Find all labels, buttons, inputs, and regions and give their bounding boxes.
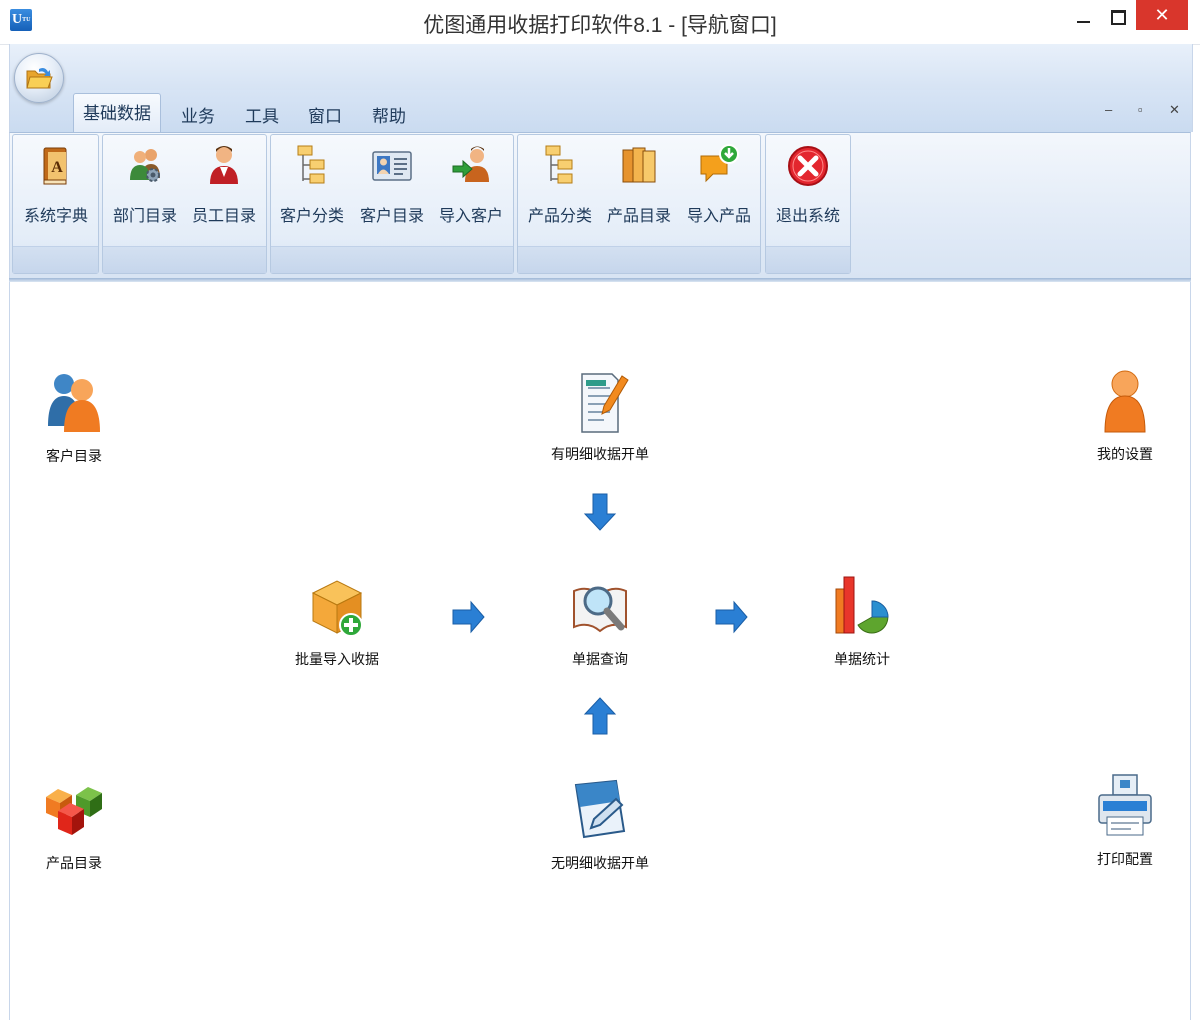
mdi-minimize-button[interactable]: –: [1105, 102, 1112, 117]
window-minimize-button[interactable]: [1070, 2, 1098, 32]
tab-basic-data[interactable]: 基础数据: [73, 93, 161, 132]
mdi-restore-button[interactable]: ▫: [1138, 102, 1143, 117]
import-customer-icon: [452, 146, 489, 182]
department-users-icon: [130, 149, 160, 182]
product-directory-ribbon-button[interactable]: 产品目录: [600, 142, 678, 237]
window-close-button[interactable]: ✕: [1136, 0, 1188, 30]
nav-item-label: 有明细收据开单: [551, 446, 649, 462]
arrow-up-icon: [583, 697, 617, 735]
detailed-receipt-icon: [581, 373, 629, 433]
import-product-icon: [700, 144, 739, 183]
nav-item-label: 单据查询: [572, 651, 628, 667]
ribbon-button-label: 部门目录: [112, 208, 177, 225]
employee-directory-button[interactable]: 员工目录: [185, 142, 263, 237]
nav-item-label: 客户目录: [46, 448, 102, 464]
mdi-close-button[interactable]: ✕: [1169, 102, 1180, 118]
ribbon-button-label: 导入客户: [438, 208, 503, 225]
ribbon-button-label: 客户分类: [279, 208, 344, 225]
window-title: 优图通用收据打印软件8.1 - [导航窗口]: [423, 14, 777, 37]
customer-category-button[interactable]: 客户分类: [273, 142, 351, 237]
nav-item-label: 单据统计: [834, 651, 890, 667]
nav-item-label: 打印配置: [1097, 851, 1153, 867]
tab-help[interactable]: 帮助: [372, 102, 406, 127]
product-cubes-icon: [46, 787, 102, 835]
nav-simple-receipt[interactable]: 无明细收据开单: [540, 775, 660, 873]
nav-receipt-query[interactable]: 单据查询: [540, 571, 660, 669]
ribbon-button-label: 退出系统: [775, 208, 840, 225]
ribbon-button-label: 系统字典: [23, 208, 88, 225]
department-directory-button[interactable]: 部门目录: [106, 142, 184, 237]
nav-item-label: 批量导入收据: [295, 651, 379, 667]
receipt-query-magnifier-icon: [573, 586, 627, 633]
import-product-button[interactable]: 导入产品: [680, 142, 758, 237]
dictionary-book-icon: A: [43, 147, 67, 185]
simple-receipt-icon: [574, 779, 626, 839]
nav-item-label: 无明细收据开单: [551, 855, 649, 871]
nav-receipt-statistics[interactable]: 单据统计: [802, 571, 922, 669]
import-customer-button[interactable]: 导入客户: [432, 142, 510, 237]
arrow-right-icon: [715, 600, 748, 634]
receipt-statistics-chart-icon: [835, 576, 889, 634]
customers-icon: [48, 374, 100, 432]
product-books-icon: [622, 147, 656, 183]
nav-batch-import[interactable]: 批量导入收据: [277, 571, 397, 669]
nav-print-configuration[interactable]: 打印配置: [1065, 771, 1185, 869]
tab-window[interactable]: 窗口: [308, 102, 342, 127]
ribbon-button-label: 员工目录: [191, 208, 256, 225]
customer-directory-ribbon-button[interactable]: 客户目录: [353, 142, 431, 237]
nav-my-settings[interactable]: 我的设置: [1065, 366, 1185, 464]
ribbon-button-label: 产品分类: [527, 208, 592, 225]
ribbon-button-label: 产品目录: [606, 208, 671, 225]
user-settings-icon: [1104, 370, 1146, 433]
nav-detailed-receipt[interactable]: 有明细收据开单: [540, 366, 660, 464]
customer-card-icon: [372, 151, 412, 181]
arrow-right-icon: [452, 600, 485, 634]
quick-access-bar: [9, 44, 1193, 90]
nav-customer-directory[interactable]: 客户目录: [14, 368, 134, 466]
tab-business[interactable]: 业务: [181, 102, 215, 127]
nav-item-label: 产品目录: [46, 855, 102, 871]
product-category-tree-icon: [545, 145, 573, 184]
system-dictionary-button[interactable]: A 系统字典: [17, 142, 95, 237]
tab-tools[interactable]: 工具: [245, 102, 279, 127]
exit-icon: [788, 146, 828, 186]
product-category-button[interactable]: 产品分类: [521, 142, 599, 237]
customer-category-tree-icon: [297, 145, 325, 184]
ribbon-button-label: 导入产品: [686, 208, 751, 225]
ribbon-button-label: 客户目录: [359, 208, 424, 225]
employee-icon: [210, 146, 238, 184]
nav-item-label: 我的设置: [1097, 446, 1153, 462]
exit-system-button[interactable]: 退出系统: [769, 142, 847, 237]
application-menu-button[interactable]: [14, 53, 64, 103]
arrow-down-icon: [583, 493, 617, 531]
batch-import-box-icon: [311, 580, 363, 637]
svg-text:A: A: [51, 159, 63, 176]
printer-icon: [1098, 774, 1152, 836]
window-maximize-button[interactable]: [1104, 2, 1132, 32]
title-bar: UTU 优图通用收据打印软件8.1 - [导航窗口] ✕: [0, 0, 1200, 45]
open-folder-icon: [26, 68, 53, 89]
nav-product-directory[interactable]: 产品目录: [14, 775, 134, 873]
